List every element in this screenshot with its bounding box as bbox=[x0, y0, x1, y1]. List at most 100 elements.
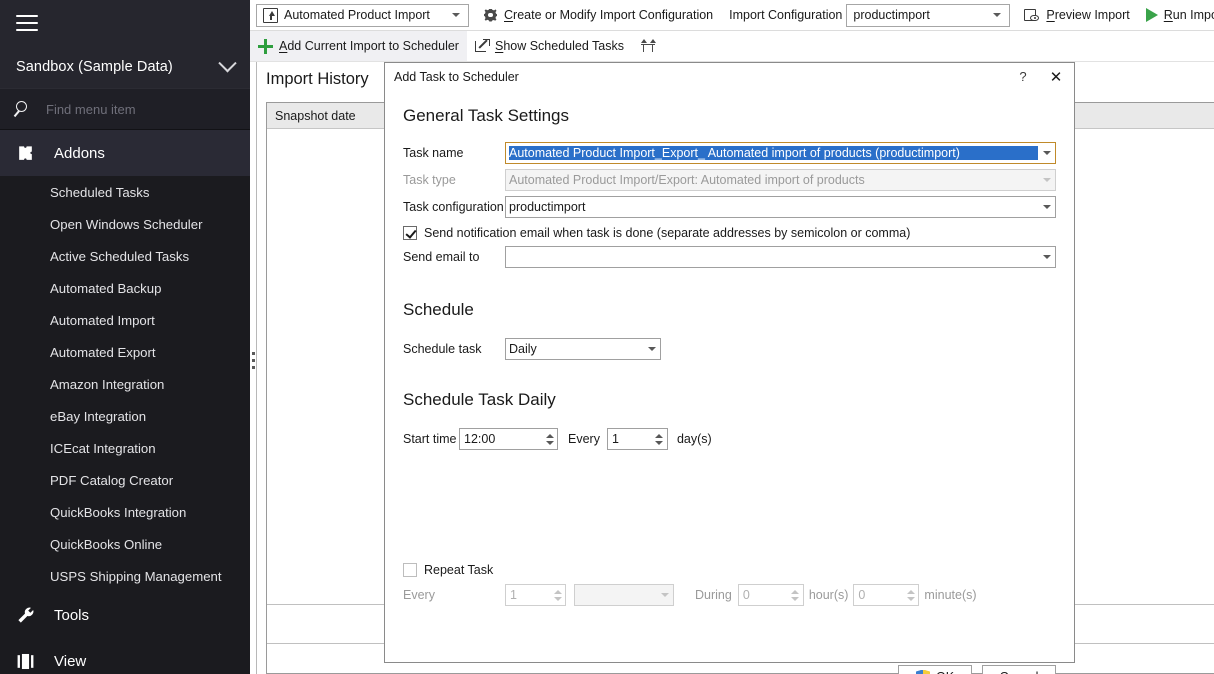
spinner-arrows-icon bbox=[788, 585, 803, 605]
panel-splitter[interactable] bbox=[250, 62, 258, 674]
ok-button[interactable]: OK bbox=[898, 665, 972, 674]
daily-settings-row: Start time 12:00 Every 1 day(s) bbox=[403, 428, 1056, 450]
import-configuration-label-text: Import Configuration bbox=[729, 8, 843, 22]
during-label: During bbox=[695, 588, 732, 602]
sidebar-item-automated-backup[interactable]: Automated Backup bbox=[0, 272, 250, 304]
sidebar-item-label: Scheduled Tasks bbox=[50, 184, 150, 200]
distribute-icon bbox=[640, 38, 656, 54]
import-configuration-combo[interactable]: productimport bbox=[846, 3, 1011, 27]
send-email-to-combo[interactable] bbox=[505, 246, 1056, 268]
sidebar-section-view[interactable]: View bbox=[0, 638, 250, 674]
dialog-button-bar: OK Cancel bbox=[898, 665, 1056, 674]
task-type-label: Task type bbox=[403, 173, 456, 187]
repeat-unit-combo bbox=[574, 584, 674, 606]
send-notification-email-checkbox-row[interactable]: Send notification email when task is don… bbox=[403, 226, 1056, 240]
schedule-task-daily-heading: Schedule Task Daily bbox=[403, 390, 556, 409]
chevron-down-icon[interactable] bbox=[1038, 143, 1055, 163]
sidebar-item-active-scheduled-tasks[interactable]: Active Scheduled Tasks bbox=[0, 240, 250, 272]
repeat-task-checkbox-row[interactable]: Repeat Task bbox=[403, 563, 1056, 577]
every-days-stepper[interactable]: 1 bbox=[606, 428, 668, 450]
sidebar-item-pdf-catalog-creator[interactable]: PDF Catalog Creator bbox=[0, 464, 250, 496]
toolbar-row-secondary: Add Current Import to Scheduler Show Sch… bbox=[250, 31, 1214, 62]
schedule-task-label: Schedule task bbox=[403, 342, 482, 356]
task-name-label: Task name bbox=[403, 146, 464, 160]
sidebar-item-label: ICEcat Integration bbox=[50, 440, 156, 456]
import-icon bbox=[263, 7, 278, 23]
sidebar-item-automated-import[interactable]: Automated Import bbox=[0, 304, 250, 336]
sidebar-header bbox=[0, 0, 250, 46]
days-suffix-label: day(s) bbox=[676, 432, 712, 446]
sidebar-item-label: Automated Export bbox=[50, 344, 156, 360]
close-icon[interactable]: ✕ bbox=[1038, 63, 1074, 90]
search-placeholder: Find menu item bbox=[46, 101, 136, 117]
chevron-down-icon[interactable] bbox=[643, 339, 660, 359]
sidebar-section-addons[interactable]: Addons bbox=[0, 130, 250, 176]
sidebar-item-label: USPS Shipping Management bbox=[50, 568, 222, 584]
chevron-down-icon bbox=[452, 13, 460, 17]
during-minutes-value: 0 bbox=[858, 588, 866, 602]
sidebar-item-icecat-integration[interactable]: ICEcat Integration bbox=[0, 432, 250, 464]
task-type-row: Task type Automated Product Import/Expor… bbox=[403, 169, 1056, 191]
task-configuration-combo[interactable]: productimport bbox=[505, 196, 1056, 218]
gear-icon bbox=[483, 8, 498, 23]
sidebar-item-amazon-integration[interactable]: Amazon Integration bbox=[0, 368, 250, 400]
dialog-body: General Task Settings Task name Automate… bbox=[385, 106, 1074, 674]
sidebar-item-automated-export[interactable]: Automated Export bbox=[0, 336, 250, 368]
during-hours-stepper: 0 bbox=[737, 584, 804, 606]
chevron-down-icon[interactable] bbox=[1038, 197, 1055, 217]
spinner-arrows-icon[interactable] bbox=[542, 429, 557, 449]
uac-shield-icon bbox=[915, 669, 930, 674]
wrench-icon bbox=[16, 606, 42, 625]
preview-eye-icon bbox=[1024, 8, 1040, 23]
import-configuration-label: Import Configuration bbox=[721, 0, 846, 31]
add-task-to-scheduler-dialog: Add Task to Scheduler ? ✕ General Task S… bbox=[384, 62, 1075, 674]
sidebar-item-ebay-integration[interactable]: eBay Integration bbox=[0, 400, 250, 432]
sidebar-item-scheduled-tasks[interactable]: Scheduled Tasks bbox=[0, 176, 250, 208]
sidebar-section-tools[interactable]: Tools bbox=[0, 592, 250, 638]
sidebar-item-open-windows-scheduler[interactable]: Open Windows Scheduler bbox=[0, 208, 250, 240]
distribute-grid-button[interactable] bbox=[632, 31, 664, 62]
run-import-button[interactable]: Run Import bbox=[1138, 0, 1214, 31]
run-import-label: Run Import bbox=[1163, 8, 1214, 22]
search-input[interactable]: Find menu item bbox=[0, 88, 250, 130]
layout-view-icon bbox=[16, 652, 42, 671]
company-selector[interactable]: Sandbox (Sample Data) bbox=[0, 46, 250, 88]
start-time-stepper[interactable]: 12:00 bbox=[459, 428, 558, 450]
sidebar-item-quickbooks-integration[interactable]: QuickBooks Integration bbox=[0, 496, 250, 528]
sidebar-item-label: PDF Catalog Creator bbox=[50, 472, 174, 488]
chevron-down-icon bbox=[1038, 170, 1055, 190]
hours-suffix-label: hour(s) bbox=[808, 588, 849, 602]
task-configuration-row: Task configuration productimport bbox=[403, 196, 1056, 218]
repeat-task-checkbox[interactable] bbox=[403, 563, 417, 577]
chevron-down-icon[interactable] bbox=[1038, 247, 1055, 267]
sidebar-section-view-label: View bbox=[54, 652, 87, 670]
add-current-import-to-scheduler-button[interactable]: Add Current Import to Scheduler bbox=[250, 31, 467, 61]
import-mode-combo-wrap: Automated Product Import bbox=[250, 3, 475, 27]
plus-icon bbox=[258, 38, 273, 54]
import-mode-combo[interactable]: Automated Product Import bbox=[256, 3, 469, 27]
cancel-button[interactable]: Cancel bbox=[982, 665, 1056, 674]
import-config-combo-wrap: productimport bbox=[846, 3, 1016, 27]
sidebar-item-usps-shipping-management[interactable]: USPS Shipping Management bbox=[0, 560, 250, 592]
create-modify-import-configuration-button[interactable]: Create or Modify Import Configuration bbox=[475, 0, 721, 31]
sidebar-item-label: eBay Integration bbox=[50, 408, 147, 424]
task-name-combo[interactable]: Automated Product Import_Export_ Automat… bbox=[505, 142, 1056, 164]
sidebar-item-label: Amazon Integration bbox=[50, 376, 165, 392]
sidebar-item-quickbooks-online[interactable]: QuickBooks Online bbox=[0, 528, 250, 560]
repeat-every-value: 1 bbox=[510, 588, 517, 602]
help-icon[interactable]: ? bbox=[1008, 63, 1038, 90]
create-modify-rest: reate or Modify Import Configuration bbox=[513, 8, 714, 22]
hamburger-menu-icon[interactable] bbox=[16, 15, 38, 31]
dialog-titlebar: Add Task to Scheduler ? ✕ bbox=[385, 63, 1074, 90]
show-scheduled-tasks-button[interactable]: Show Scheduled Tasks bbox=[467, 31, 632, 62]
spinner-arrows-icon[interactable] bbox=[652, 429, 667, 449]
schedule-task-combo[interactable]: Daily bbox=[505, 338, 661, 360]
send-email-to-row: Send email to bbox=[403, 246, 1056, 268]
sidebar-item-label: Active Scheduled Tasks bbox=[50, 248, 190, 264]
sidebar-item-label: Automated Import bbox=[50, 312, 155, 328]
during-minutes-stepper: 0 bbox=[853, 584, 920, 606]
preview-import-button[interactable]: Preview Import bbox=[1016, 0, 1137, 31]
send-notification-email-label: Send notification email when task is don… bbox=[424, 226, 911, 240]
send-notification-email-checkbox[interactable] bbox=[403, 226, 417, 240]
cancel-button-label: Cancel bbox=[1000, 670, 1039, 674]
